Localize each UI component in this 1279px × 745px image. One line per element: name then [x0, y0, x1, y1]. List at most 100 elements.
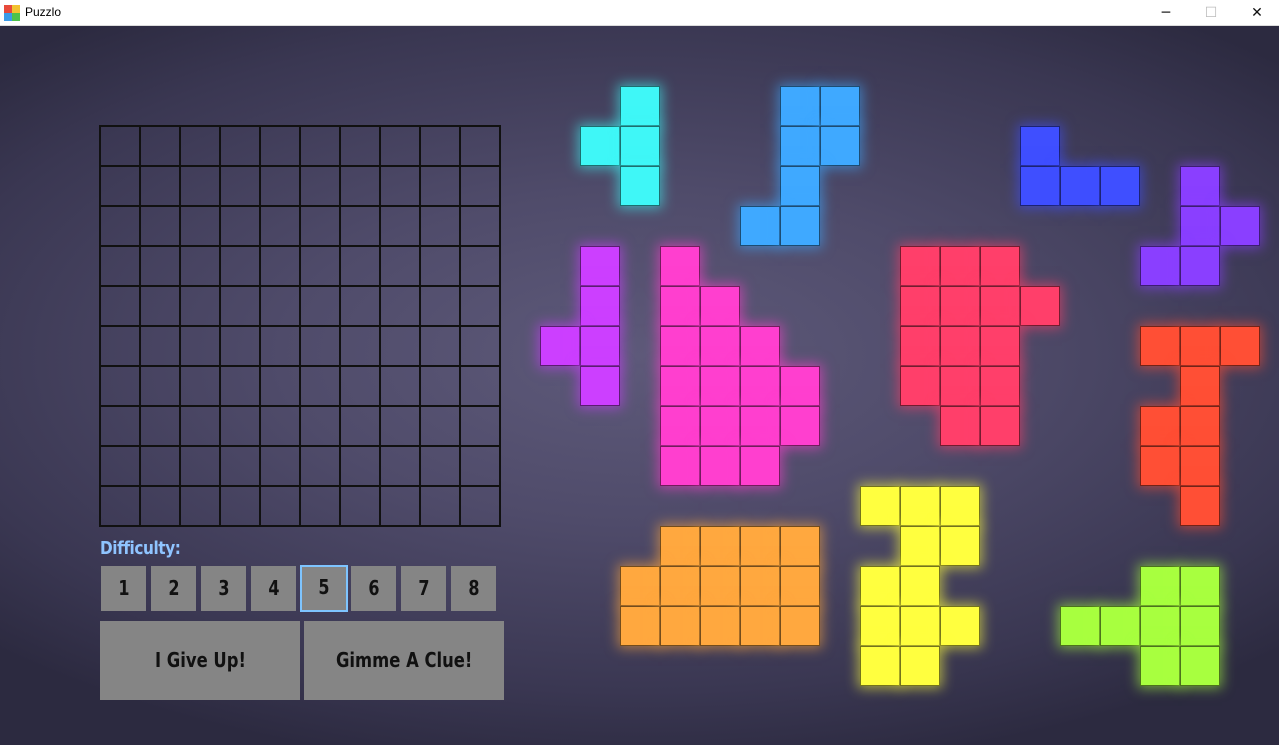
board-cell[interactable]	[140, 166, 180, 206]
board-cell[interactable]	[300, 206, 340, 246]
board-cell[interactable]	[140, 446, 180, 486]
board-cell[interactable]	[380, 406, 420, 446]
board-cell[interactable]	[420, 326, 460, 366]
board-cell[interactable]	[300, 326, 340, 366]
board-cell[interactable]	[260, 486, 300, 526]
board-cell[interactable]	[180, 126, 220, 166]
board-cell[interactable]	[460, 126, 500, 166]
board-cell[interactable]	[340, 486, 380, 526]
board-cell[interactable]	[300, 406, 340, 446]
board-cell[interactable]	[260, 326, 300, 366]
board-cell[interactable]	[260, 286, 300, 326]
board-cell[interactable]	[220, 366, 260, 406]
board-cell[interactable]	[380, 366, 420, 406]
difficulty-button-5[interactable]: 5	[300, 565, 348, 612]
board-cell[interactable]	[340, 326, 380, 366]
difficulty-button-2[interactable]: 2	[151, 566, 196, 611]
board-cell[interactable]	[140, 126, 180, 166]
clue-button[interactable]: Gimme A Clue!	[304, 621, 504, 700]
board-cell[interactable]	[340, 286, 380, 326]
maximize-button[interactable]: ☐	[1188, 0, 1234, 26]
board-cell[interactable]	[180, 486, 220, 526]
board-cell[interactable]	[100, 206, 140, 246]
board-cell[interactable]	[140, 206, 180, 246]
board-cell[interactable]	[100, 446, 140, 486]
board-cell[interactable]	[460, 166, 500, 206]
board-cell[interactable]	[220, 406, 260, 446]
board-cell[interactable]	[420, 486, 460, 526]
give-up-button[interactable]: I Give Up!	[100, 621, 300, 700]
board-cell[interactable]	[420, 366, 460, 406]
close-button[interactable]: ✕	[1234, 0, 1279, 26]
board-cell[interactable]	[380, 326, 420, 366]
board-cell[interactable]	[420, 286, 460, 326]
board-cell[interactable]	[300, 126, 340, 166]
minimize-button[interactable]: ─	[1143, 0, 1189, 26]
board-cell[interactable]	[180, 246, 220, 286]
board-cell[interactable]	[260, 166, 300, 206]
board-cell[interactable]	[260, 206, 300, 246]
board-cell[interactable]	[340, 446, 380, 486]
board-cell[interactable]	[460, 326, 500, 366]
board-cell[interactable]	[300, 486, 340, 526]
board-cell[interactable]	[380, 486, 420, 526]
board-cell[interactable]	[220, 206, 260, 246]
board-cell[interactable]	[340, 246, 380, 286]
board-cell[interactable]	[260, 406, 300, 446]
board-cell[interactable]	[340, 166, 380, 206]
difficulty-button-8[interactable]: 8	[451, 566, 496, 611]
board-cell[interactable]	[380, 166, 420, 206]
puzzle-board[interactable]	[99, 125, 501, 527]
board-cell[interactable]	[460, 406, 500, 446]
board-cell[interactable]	[420, 166, 460, 206]
difficulty-button-3[interactable]: 3	[201, 566, 246, 611]
board-cell[interactable]	[180, 326, 220, 366]
board-cell[interactable]	[300, 246, 340, 286]
board-cell[interactable]	[220, 326, 260, 366]
board-cell[interactable]	[380, 126, 420, 166]
board-cell[interactable]	[260, 246, 300, 286]
board-cell[interactable]	[300, 286, 340, 326]
board-cell[interactable]	[220, 486, 260, 526]
board-cell[interactable]	[260, 446, 300, 486]
board-cell[interactable]	[380, 206, 420, 246]
board-cell[interactable]	[460, 446, 500, 486]
board-cell[interactable]	[420, 246, 460, 286]
difficulty-button-1[interactable]: 1	[101, 566, 146, 611]
board-cell[interactable]	[460, 286, 500, 326]
board-cell[interactable]	[100, 406, 140, 446]
board-cell[interactable]	[140, 326, 180, 366]
board-cell[interactable]	[180, 166, 220, 206]
board-cell[interactable]	[220, 446, 260, 486]
board-cell[interactable]	[300, 446, 340, 486]
board-cell[interactable]	[180, 446, 220, 486]
board-cell[interactable]	[180, 366, 220, 406]
board-cell[interactable]	[460, 206, 500, 246]
difficulty-button-6[interactable]: 6	[351, 566, 396, 611]
board-cell[interactable]	[340, 206, 380, 246]
board-cell[interactable]	[100, 126, 140, 166]
board-cell[interactable]	[420, 446, 460, 486]
board-cell[interactable]	[380, 286, 420, 326]
board-cell[interactable]	[100, 246, 140, 286]
board-cell[interactable]	[180, 206, 220, 246]
board-cell[interactable]	[100, 326, 140, 366]
board-cell[interactable]	[140, 246, 180, 286]
board-cell[interactable]	[260, 366, 300, 406]
board-cell[interactable]	[300, 366, 340, 406]
board-cell[interactable]	[340, 366, 380, 406]
board-cell[interactable]	[140, 406, 180, 446]
board-cell[interactable]	[180, 286, 220, 326]
board-cell[interactable]	[140, 286, 180, 326]
board-cell[interactable]	[180, 406, 220, 446]
board-cell[interactable]	[220, 286, 260, 326]
board-cell[interactable]	[340, 406, 380, 446]
board-cell[interactable]	[100, 486, 140, 526]
board-cell[interactable]	[140, 486, 180, 526]
board-cell[interactable]	[380, 246, 420, 286]
board-cell[interactable]	[100, 166, 140, 206]
board-cell[interactable]	[460, 246, 500, 286]
board-cell[interactable]	[220, 166, 260, 206]
board-cell[interactable]	[300, 166, 340, 206]
board-cell[interactable]	[340, 126, 380, 166]
